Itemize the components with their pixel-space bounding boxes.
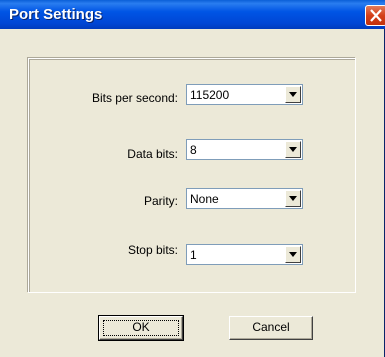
dialog-title: Port Settings <box>9 6 103 23</box>
data-bits-label: Data bits: <box>127 147 178 161</box>
chevron-down-icon <box>289 252 297 257</box>
focus-rectangle <box>103 320 179 336</box>
bits-per-second-dropdown-button[interactable] <box>285 86 301 103</box>
parity-dropdown-button[interactable] <box>285 190 301 207</box>
parity-select[interactable]: None <box>186 188 303 209</box>
data-bits-value: 8 <box>190 143 197 157</box>
chevron-down-icon <box>289 92 297 97</box>
parity-value: None <box>190 192 219 206</box>
stop-bits-dropdown-button[interactable] <box>285 246 301 263</box>
chevron-down-icon <box>289 196 297 201</box>
stop-bits-value: 1 <box>190 248 197 262</box>
ok-button[interactable]: OK <box>98 315 184 341</box>
chevron-down-icon <box>289 147 297 152</box>
data-bits-dropdown-button[interactable] <box>285 141 301 158</box>
cancel-button[interactable]: Cancel <box>229 316 313 340</box>
bits-per-second-select[interactable]: 115200 <box>186 84 303 105</box>
data-bits-select[interactable]: 8 <box>186 139 303 160</box>
port-settings-dialog: Port Settings Bits per second: 115200 Da… <box>0 0 385 357</box>
bits-per-second-value: 115200 <box>190 88 230 102</box>
stop-bits-label: Stop bits: <box>127 243 178 257</box>
close-icon <box>370 9 382 22</box>
close-button[interactable] <box>365 5 385 26</box>
cancel-button-label: Cancel <box>252 320 290 334</box>
title-bar[interactable]: Port Settings <box>0 0 385 29</box>
parity-label: Parity: <box>143 194 178 208</box>
bits-per-second-label: Bits per second: <box>91 91 178 105</box>
stop-bits-select[interactable]: 1 <box>186 244 303 265</box>
